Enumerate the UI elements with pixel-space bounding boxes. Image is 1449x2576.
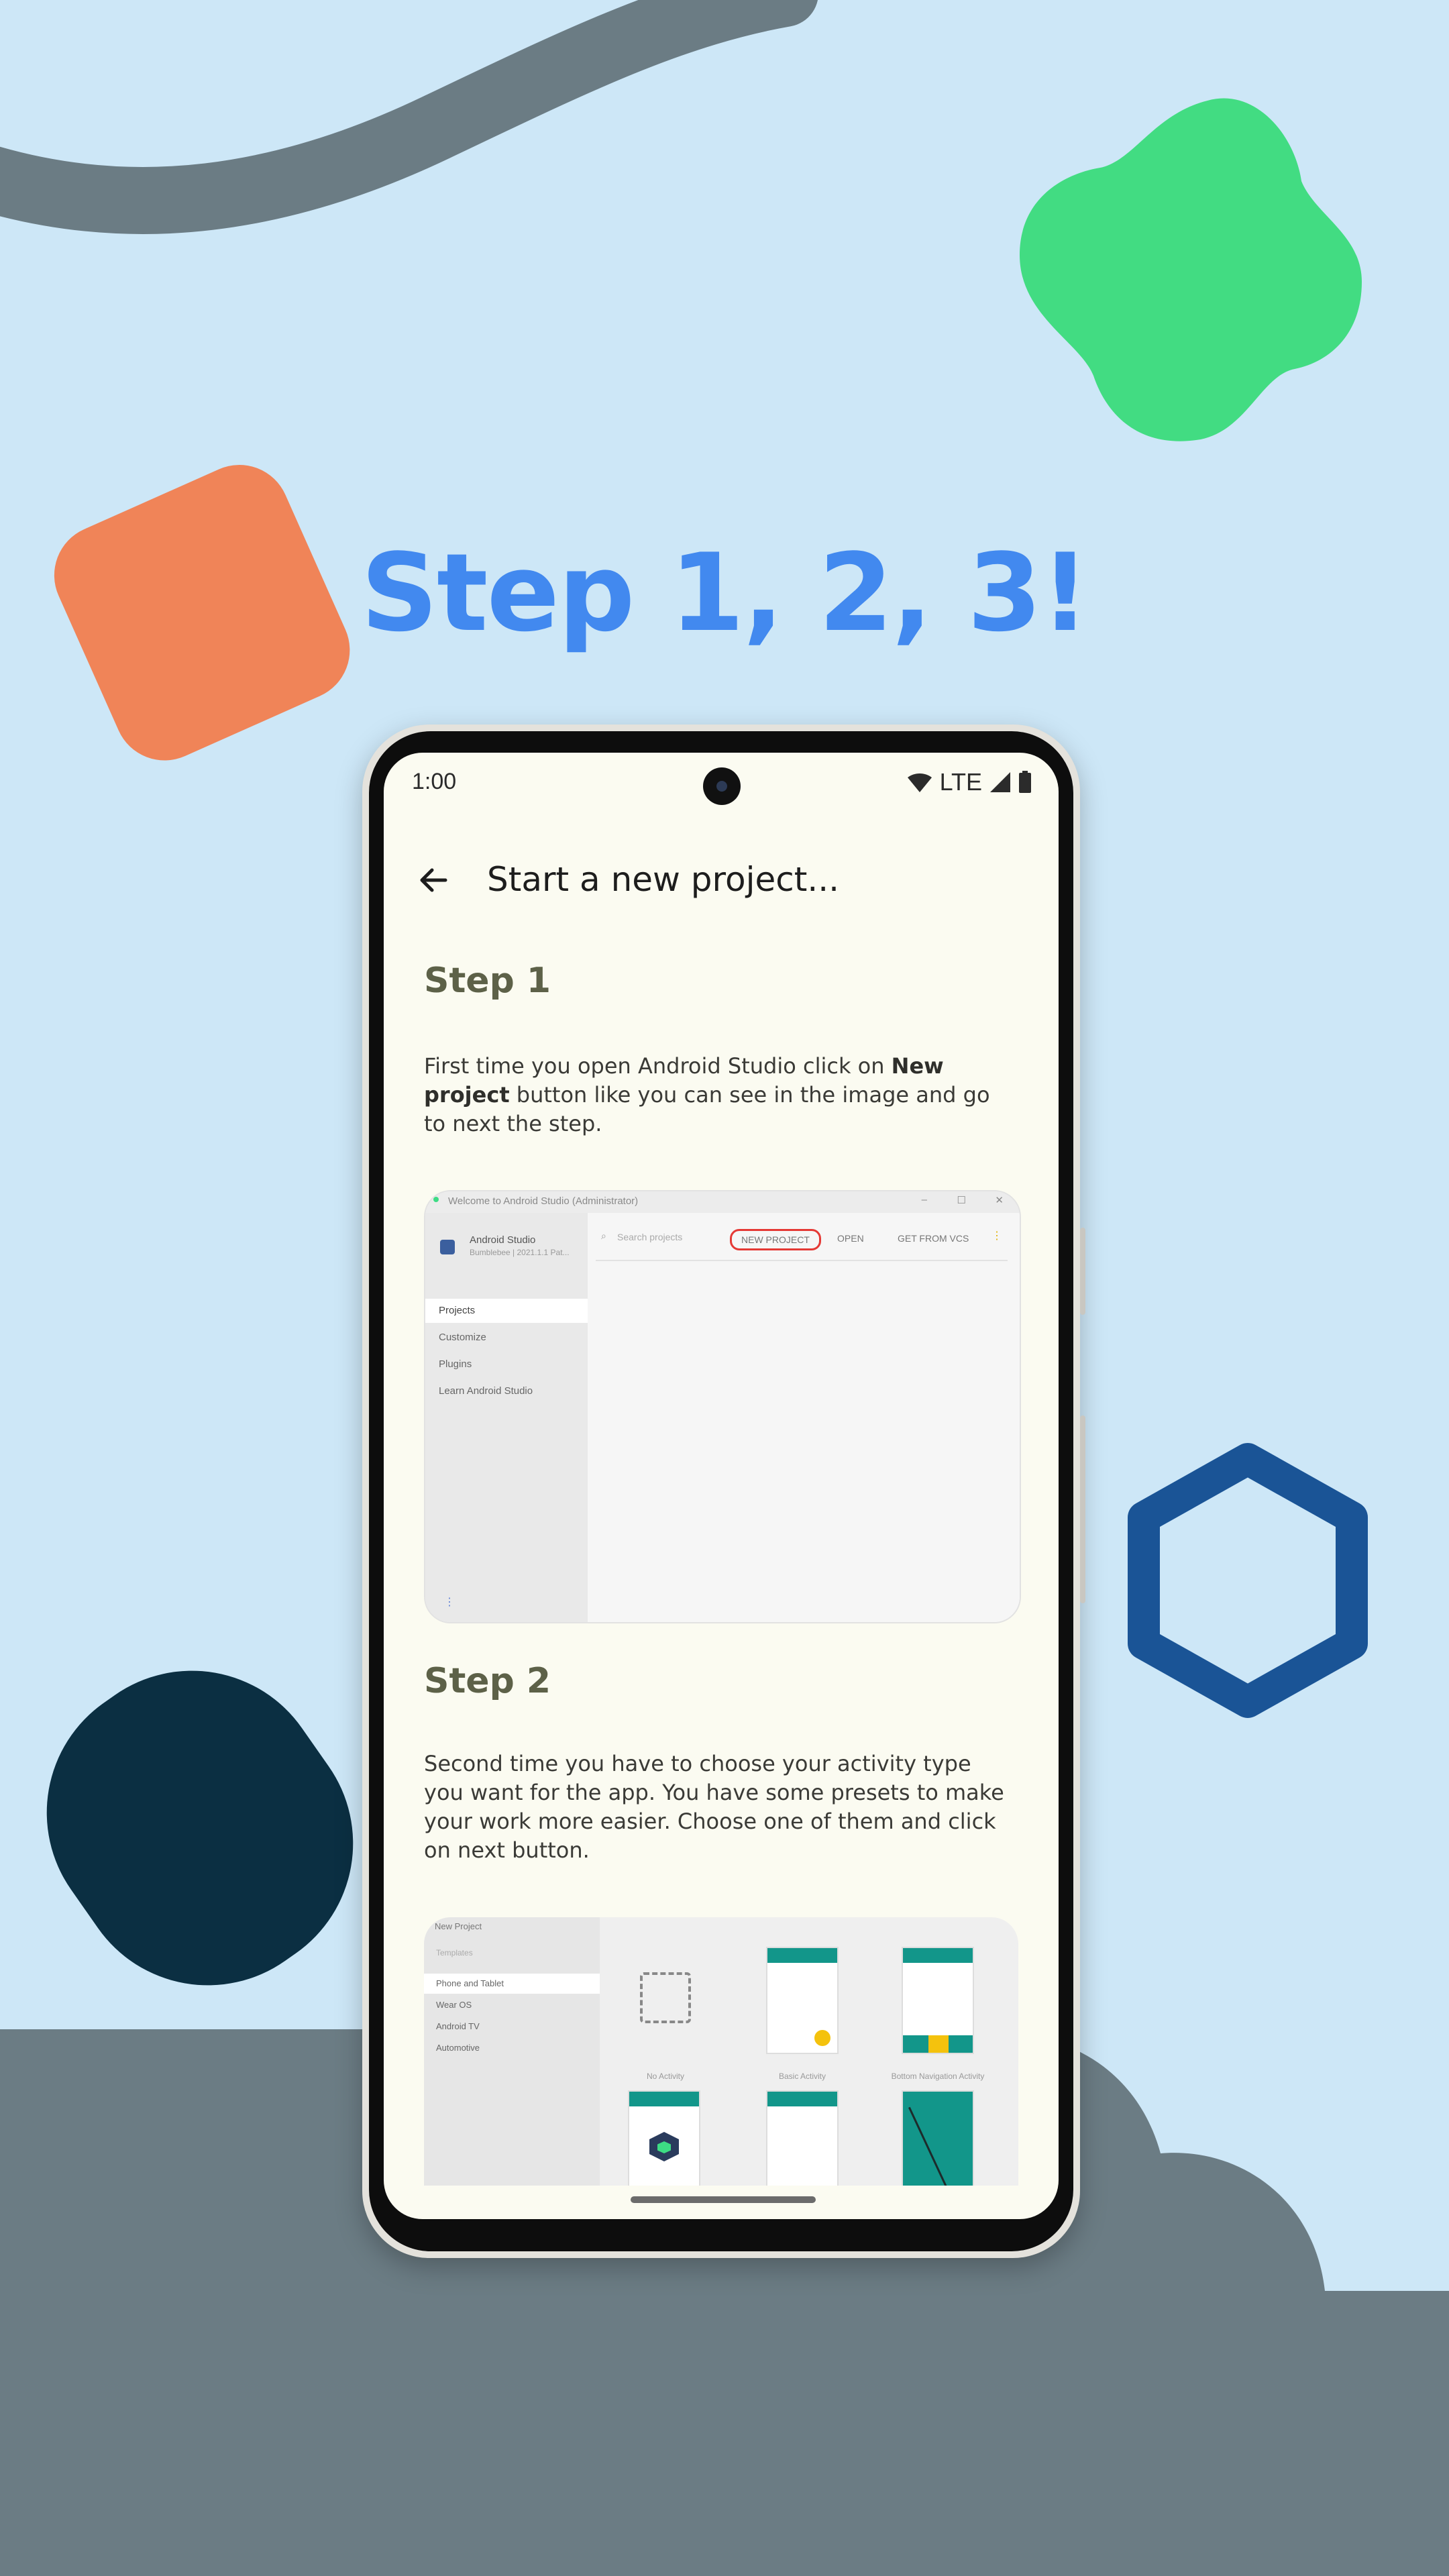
power-button bbox=[1080, 1228, 1085, 1315]
tpl-bottom-nav-label: Bottom Navigation Activity bbox=[891, 2072, 985, 2081]
shot-sidebar: Android Studio Bumblebee | 2021.1.1 Pat.… bbox=[425, 1213, 588, 1622]
shot-sidebar-plugins: Plugins bbox=[439, 1358, 472, 1370]
android-studio-icon bbox=[440, 1240, 455, 1254]
shot-sidebar-projects: Projects bbox=[425, 1299, 588, 1323]
tpl-basic-activity-label: Basic Activity bbox=[778, 2072, 826, 2081]
shot2-category-wear: Wear OS bbox=[436, 2000, 472, 2010]
shot-open-button: OPEN bbox=[837, 1233, 864, 1244]
shot2-category-phone: Phone and Tablet bbox=[424, 1974, 600, 1994]
signal-icon bbox=[990, 772, 1010, 792]
fab-icon bbox=[814, 2030, 830, 2046]
status-icons: LTE bbox=[906, 767, 1032, 797]
network-type: LTE bbox=[939, 768, 982, 796]
tpl-diagonal-line bbox=[908, 2106, 959, 2186]
shot-settings-icon: ⋮ bbox=[444, 1597, 455, 1608]
arrow-back-icon bbox=[420, 868, 447, 892]
shot-app-name: Android Studio bbox=[470, 1234, 536, 1246]
step-2-description: Second time you have to choose your acti… bbox=[424, 1751, 1004, 1863]
shot-window-title: Welcome to Android Studio (Administrator… bbox=[448, 1195, 639, 1207]
volume-button bbox=[1080, 1415, 1085, 1603]
step-1-screenshot: Welcome to Android Studio (Administrator… bbox=[424, 1190, 1021, 1623]
maximize-icon: ☐ bbox=[957, 1195, 966, 1206]
android-logo-icon bbox=[433, 1197, 439, 1202]
gray-swoosh-shape bbox=[0, 0, 818, 234]
tpl-header bbox=[629, 2092, 699, 2106]
back-button[interactable] bbox=[409, 856, 458, 904]
step-1-description: First time you open Android Studio click… bbox=[424, 1052, 1014, 1138]
step-2-title: Step 2 bbox=[424, 1661, 551, 1701]
step-1-text: First time you open Android Studio click… bbox=[424, 1053, 892, 1079]
status-time: 1:00 bbox=[412, 769, 457, 794]
shot2-window-title: New Project bbox=[435, 1921, 482, 1931]
step-1-title: Step 1 bbox=[424, 961, 551, 1001]
shot2-sidebar: New Project Templates Phone and Tablet W… bbox=[424, 1917, 600, 2186]
empty-activity-thumbnail bbox=[766, 2090, 839, 2186]
shot-sidebar-learn: Learn Android Studio bbox=[439, 1385, 533, 1397]
shot-vcs-button: GET FROM VCS bbox=[898, 1233, 969, 1244]
tpl-no-activity-label: No Activity bbox=[646, 2072, 684, 2081]
shot-main-panel: ⌕ Search projects NEW PROJECT OPEN GET F… bbox=[588, 1213, 1020, 1622]
status-bar: 1:00 LTE bbox=[384, 753, 1059, 810]
gesture-nav-handle[interactable] bbox=[631, 2196, 816, 2203]
tpl-bottom-nav-selected bbox=[928, 2035, 949, 2053]
wifi-icon bbox=[907, 773, 932, 792]
phone-screen: 1:00 LTE Start a new project... Step 1 F… bbox=[384, 753, 1059, 2219]
green-blob-shape bbox=[1020, 98, 1362, 441]
no-activity-thumbnail bbox=[640, 1972, 691, 2023]
step-2-screenshot: New Project Templates Phone and Tablet W… bbox=[424, 1917, 1018, 2186]
front-camera bbox=[703, 767, 741, 805]
shot2-category-tv: Android TV bbox=[436, 2021, 480, 2031]
fullscreen-activity-thumbnail bbox=[902, 2090, 974, 2186]
basic-activity-thumbnail bbox=[766, 1947, 839, 2054]
empty-compose-thumbnail bbox=[628, 2090, 700, 2186]
shot-sidebar-customize: Customize bbox=[439, 1332, 486, 1343]
shot-search-placeholder: Search projects bbox=[617, 1232, 683, 1242]
navy-pill-shape bbox=[46, 1670, 354, 1986]
shot-more-icon: ⋮ bbox=[991, 1230, 1002, 1242]
blue-hexagon-shape bbox=[1128, 1443, 1368, 1718]
bottom-nav-thumbnail bbox=[902, 1947, 974, 2054]
tpl-header bbox=[903, 1948, 973, 1963]
battery-icon bbox=[1019, 771, 1031, 793]
minimize-icon: – bbox=[921, 1194, 927, 1205]
shot-title-bar: Welcome to Android Studio (Administrator… bbox=[425, 1191, 1020, 1213]
promo-headline: Step 1, 2, 3! bbox=[360, 530, 1089, 655]
shot-new-project-button: NEW PROJECT bbox=[730, 1229, 821, 1250]
app-bar-title: Start a new project... bbox=[487, 860, 840, 899]
tpl-header bbox=[767, 1948, 837, 1963]
close-icon: ✕ bbox=[995, 1195, 1004, 1206]
app-bar: Start a new project... bbox=[384, 840, 1059, 920]
shot-divider bbox=[596, 1260, 1008, 1261]
shot2-category-auto: Automotive bbox=[436, 2043, 480, 2053]
tpl-header bbox=[767, 2092, 837, 2106]
shot2-templates-label: Templates bbox=[436, 1948, 473, 1957]
shot-search-icon: ⌕ bbox=[601, 1230, 606, 1241]
shot-app-version: Bumblebee | 2021.1.1 Pat... bbox=[470, 1248, 570, 1257]
